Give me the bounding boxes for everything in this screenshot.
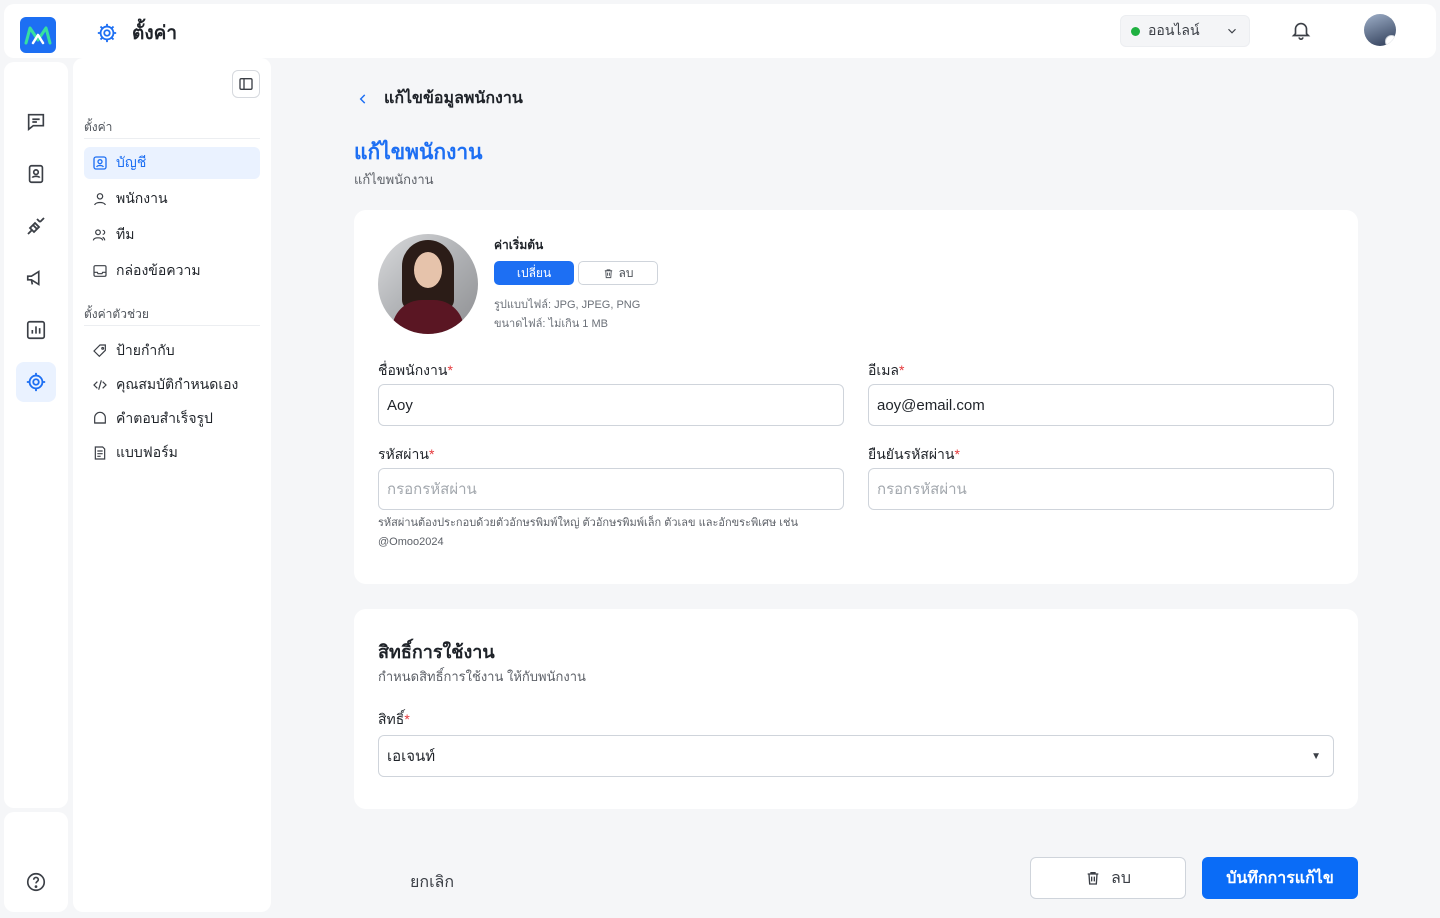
sidebar-item-label: บัญชี <box>116 154 147 170</box>
plug-icon <box>27 217 45 235</box>
logo-icon <box>24 26 52 45</box>
user-icon <box>94 193 106 206</box>
role-select[interactable]: เอเจนท์ ▼ <box>378 735 1334 777</box>
team-icon <box>92 229 106 241</box>
section-label-helpers: ตั้งค่าตัวช่วย <box>84 307 149 321</box>
trash-icon <box>1087 872 1099 885</box>
sidebar-item-label: แบบฟอร์ม <box>116 444 178 460</box>
help-button[interactable] <box>16 862 56 902</box>
confirm-password-input[interactable] <box>868 468 1334 510</box>
delete-button[interactable]: ลบ <box>1030 857 1186 899</box>
form-title: แก้ไขพนักงาน <box>354 141 483 164</box>
chart-icon <box>26 320 46 340</box>
chevron-down-icon <box>1228 28 1236 34</box>
app-logo[interactable] <box>20 17 56 53</box>
sidebar-item-label: คุณสมบัติกำหนดเอง <box>116 376 239 392</box>
online-status-dot <box>1131 26 1140 36</box>
role-label: สิทธิ์* <box>378 711 410 727</box>
bell-icon <box>1291 22 1311 40</box>
profile-photo <box>378 234 478 334</box>
megaphone-icon <box>26 270 40 286</box>
gear-icon <box>26 372 46 392</box>
status-label: ออนไลน์ <box>1148 22 1200 38</box>
status-dropdown[interactable]: ออนไลน์ <box>1120 15 1250 47</box>
permission-title: สิทธิ์การใช้งาน <box>378 642 495 662</box>
sidebar-item-canned-responses[interactable]: คำตอบสำเร็จรูป <box>84 403 260 435</box>
notification-button[interactable] <box>1290 18 1312 47</box>
confirm-password-label: ยืนยันรหัสผ่าน* <box>868 446 960 462</box>
rail-settings[interactable] <box>16 362 56 402</box>
page-heading: ตั้งค่า <box>96 18 177 48</box>
form-icon <box>94 446 106 460</box>
canned-reply-icon <box>94 411 106 424</box>
employee-info-card: ค่าเริ่มต้น เปลี่ยน ลบ รูปแบบไฟล์: JPG, … <box>354 210 1358 584</box>
role-select-value: เอเจนท์ <box>387 748 436 765</box>
gear-icon <box>97 23 117 43</box>
permission-card: สิทธิ์การใช้งาน กำหนดสิทธิ์การใช้งาน ให้… <box>354 609 1358 809</box>
name-label: ชื่อพนักงาน* <box>378 362 453 378</box>
cancel-button[interactable]: ยกเลิก <box>410 870 454 895</box>
code-icon <box>93 380 107 390</box>
change-photo-button[interactable]: เปลี่ยน <box>494 261 574 285</box>
chat-icon <box>27 113 45 132</box>
top-bar: ตั้งค่า ออนไลน์ <box>4 4 1436 58</box>
back-link-label: แก้ไขข้อมูลพนักงาน <box>384 90 523 107</box>
user-avatar[interactable] <box>1364 14 1396 46</box>
remove-photo-button[interactable]: ลบ <box>578 261 658 285</box>
sidebar-item-label: คำตอบสำเร็จรูป <box>116 410 213 426</box>
sidebar-item-labels[interactable]: ป้ายกำกับ <box>84 335 260 367</box>
delete-button-label: ลบ <box>1111 869 1131 887</box>
password-label: รหัสผ่าน* <box>378 446 435 462</box>
trash-icon <box>604 268 612 278</box>
rail-contacts[interactable] <box>16 154 56 194</box>
photo-heading: ค่าเริ่มต้น <box>494 238 544 252</box>
sidebar-item-account[interactable]: บัญชี <box>84 147 260 179</box>
sidebar-item-inbox[interactable]: กล่องข้อความ <box>84 255 260 287</box>
sidebar-item-forms[interactable]: แบบฟอร์ม <box>84 437 260 469</box>
sidebar-item-label: พนักงาน <box>116 190 168 206</box>
account-icon <box>93 156 107 170</box>
divider <box>84 325 260 326</box>
rail-reports[interactable] <box>16 310 56 350</box>
form-subtitle: แก้ไขพนักงาน <box>354 172 434 187</box>
remove-photo-label: ลบ <box>618 265 634 280</box>
section-label-settings: ตั้งค่า <box>84 120 113 134</box>
sidebar-item-label: ทีม <box>116 226 135 242</box>
file-size-hint: ขนาดไฟล์: ไม่เกิน 1 MB <box>494 318 608 330</box>
collapse-sidebar-button[interactable] <box>232 70 260 98</box>
caret-down-icon: ▼ <box>1311 750 1321 762</box>
save-button[interactable]: บันทึกการแก้ไข <box>1202 857 1358 899</box>
permission-subtitle: กำหนดสิทธิ์การใช้งาน ให้กับพนักงาน <box>378 669 586 684</box>
password-hint: รหัสผ่านต้องประกอบด้วยตัวอักษรพิมพ์ใหญ่ … <box>378 517 798 548</box>
sidebar-item-team[interactable]: ทีม <box>84 219 260 251</box>
chevron-left-icon <box>359 93 366 104</box>
page-title: ตั้งค่า <box>132 23 177 44</box>
name-input[interactable] <box>378 384 844 426</box>
file-type-hint: รูปแบบไฟล์: JPG, JPEG, PNG <box>494 299 641 311</box>
sidebar-toggle-icon <box>239 78 253 90</box>
rail-broadcast[interactable] <box>16 258 56 298</box>
rail-integrations[interactable] <box>16 206 56 246</box>
sidebar-item-staff[interactable]: พนักงาน <box>84 183 260 215</box>
sidebar-item-label: ป้ายกำกับ <box>116 342 175 358</box>
rail-footer <box>4 812 68 912</box>
settings-sidebar: ตั้งค่า บัญชี พนักงาน ทีม กล่องข้อความ ต… <box>73 58 271 912</box>
password-input[interactable] <box>378 468 844 510</box>
divider <box>84 138 260 139</box>
inbox-icon <box>93 265 107 277</box>
sidebar-item-label: กล่องข้อความ <box>116 262 201 278</box>
email-label: อีเมล* <box>868 362 905 378</box>
tag-icon <box>93 344 106 358</box>
rail-chat[interactable] <box>16 102 56 142</box>
contacts-icon <box>28 164 44 184</box>
icon-rail <box>4 62 68 808</box>
email-input[interactable] <box>868 384 1334 426</box>
sidebar-item-custom-attributes[interactable]: คุณสมบัติกำหนดเอง <box>84 369 260 401</box>
back-link[interactable]: แก้ไขข้อมูลพนักงาน <box>356 86 523 111</box>
help-icon <box>26 872 46 892</box>
main-content: แก้ไขข้อมูลพนักงาน แก้ไขพนักงาน แก้ไขพนั… <box>272 58 1440 918</box>
